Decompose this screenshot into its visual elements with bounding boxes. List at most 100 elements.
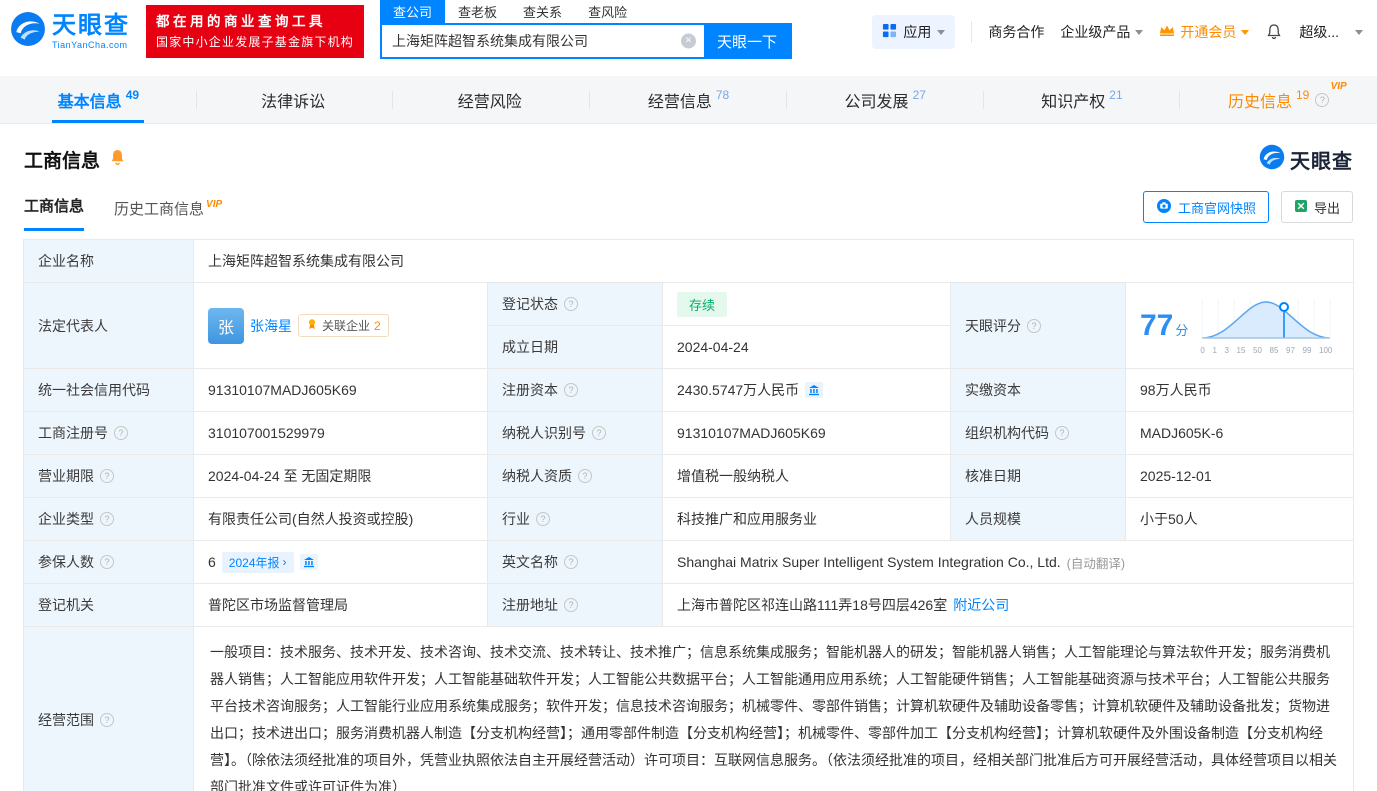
help-icon[interactable]: [100, 555, 114, 569]
related-tag-count: 2: [374, 318, 381, 333]
help-icon[interactable]: [1027, 318, 1041, 333]
help-icon[interactable]: [1055, 426, 1069, 440]
tab-operating-risk[interactable]: 经营风险: [393, 76, 590, 123]
search-tab-company[interactable]: 查公司: [380, 0, 446, 23]
search-button[interactable]: 天眼一下: [704, 25, 791, 57]
label-text: 天眼评分: [965, 317, 1021, 334]
taxpayer-quality-value: 增值税一般纳税人: [663, 455, 951, 498]
nav-business-cooperation[interactable]: 商务合作: [988, 22, 1044, 42]
export-button[interactable]: 导出: [1280, 191, 1353, 223]
export-icon: [1294, 199, 1308, 216]
clear-icon[interactable]: [681, 33, 697, 49]
nav-enterprise-products[interactable]: 企业级产品: [1060, 22, 1144, 42]
legal-rep-label: 法定代表人: [24, 283, 194, 369]
tab-operating-info[interactable]: 经营信息 78: [590, 76, 787, 123]
apps-grid-icon: [882, 23, 897, 41]
score-unit: 分: [1175, 322, 1189, 338]
taxpayer-id-value: 91310107MADJ605K69: [663, 412, 951, 455]
search-tabs: 查公司 查老板 查关系 查风险: [380, 0, 792, 23]
subscribe-bell-icon[interactable]: [108, 148, 127, 172]
help-icon[interactable]: [564, 383, 578, 397]
related-tag-label: 关联企业: [322, 319, 371, 333]
established-label: 成立日期: [488, 326, 663, 369]
label-text: 行业: [502, 511, 530, 527]
company-name-value: 上海矩阵超智系统集成有限公司: [194, 240, 1353, 283]
snapshot-icon: [1156, 198, 1172, 217]
tab-intellectual-property[interactable]: 知识产权 21: [984, 76, 1181, 123]
reg-capital-value: 2430.5747万人民币: [663, 369, 951, 412]
nav-open-vip[interactable]: 开通会员: [1159, 22, 1250, 42]
tab-company-development[interactable]: 公司发展 27: [787, 76, 984, 123]
label-text: 组织机构代码: [965, 425, 1049, 441]
subtab-business-info[interactable]: 工商信息: [24, 195, 85, 231]
search-tab-boss[interactable]: 查老板: [445, 0, 510, 23]
help-icon[interactable]: [100, 512, 114, 526]
tab-label: 知识产权: [1041, 93, 1106, 111]
approval-date-label: 核准日期: [951, 455, 1126, 498]
brand-text: 天眼查: [1290, 151, 1353, 173]
help-icon[interactable]: [1315, 92, 1330, 107]
legal-rep-avatar[interactable]: 张: [208, 307, 244, 344]
label-text: 工商注册号: [38, 425, 108, 441]
label-text: 企业类型: [38, 511, 94, 527]
help-icon[interactable]: [536, 512, 550, 526]
nearby-companies-link[interactable]: 附近公司: [953, 595, 1009, 615]
tab-history-info[interactable]: VIP 历史信息 19: [1180, 76, 1377, 123]
help-icon[interactable]: [564, 297, 578, 311]
status-badge: 存续: [677, 291, 728, 317]
search-input[interactable]: [382, 25, 705, 57]
label-text: 注册地址: [502, 597, 558, 613]
logo-subtitle: TianYanCha.com: [52, 39, 128, 50]
tab-count: 19: [1296, 87, 1310, 102]
tab-label: 法律诉讼: [261, 93, 326, 111]
logo-title: 天眼查: [52, 11, 130, 39]
search-tab-risk[interactable]: 查风险: [575, 0, 640, 23]
help-icon[interactable]: [100, 713, 114, 727]
chevron-down-icon: [937, 30, 946, 35]
industry-value: 科技推广和应用服务业: [663, 498, 951, 541]
label-text: 纳税人识别号: [502, 425, 586, 441]
legal-rep-name-link[interactable]: 张海星: [250, 316, 292, 336]
help-icon[interactable]: [592, 426, 606, 440]
annual-report-tag[interactable]: 2024年报: [221, 551, 294, 573]
tianyancha-logo[interactable]: 天眼查 TianYanCha.com: [10, 11, 130, 52]
subtab-history-business-info[interactable]: 历史工商信息 VIP: [114, 198, 222, 231]
search-tab-relation[interactable]: 查关系: [510, 0, 575, 23]
help-icon[interactable]: [564, 598, 578, 612]
english-name-value: Shanghai Matrix Super Intelligent System…: [663, 541, 1353, 584]
taxpayer-quality-label: 纳税人资质: [488, 455, 663, 498]
reg-authority-value: 普陀区市场监督管理局: [194, 584, 488, 627]
nav-user-menu[interactable]: 超级...: [1299, 22, 1339, 42]
notification-bell-icon[interactable]: [1265, 23, 1283, 41]
help-icon[interactable]: [564, 555, 578, 569]
label-text: 英文名称: [502, 554, 558, 570]
tab-label: 公司发展: [844, 93, 909, 111]
capital-change-icon[interactable]: [805, 382, 824, 398]
help-icon[interactable]: [100, 469, 114, 483]
business-term-label: 营业期限: [24, 455, 194, 498]
value-text: 上海市普陀区祁连山路111弄18号四层426室: [677, 597, 948, 613]
apps-menu[interactable]: 应用: [872, 14, 956, 49]
tab-legal-litigation[interactable]: 法律诉讼: [197, 76, 394, 123]
label-text: 营业期限: [38, 468, 94, 484]
tab-basic-info[interactable]: 基本信息 49: [0, 76, 197, 123]
apps-label: 应用: [903, 23, 932, 40]
official-snapshot-button[interactable]: 工商官网快照: [1142, 191, 1269, 223]
chevron-down-icon[interactable]: [1355, 30, 1363, 35]
label-text: 参保人数: [38, 554, 94, 570]
label-text: 注册资本: [502, 382, 558, 398]
company-section-tabs: 基本信息 49 法律诉讼 经营风险 经营信息 78 公司发展 27 知识产权 21 VI…: [0, 76, 1377, 124]
business-info-table: 企业名称 上海矩阵超智系统集成有限公司 法定代表人 张 张海星 关联企业 2 登…: [23, 239, 1354, 791]
help-icon[interactable]: [114, 426, 128, 440]
tab-count: 21: [1109, 87, 1123, 102]
auto-translate-note: (自动翻译): [1066, 556, 1125, 571]
value-text: 2430.5747万人民币: [677, 382, 800, 398]
related-companies-tag[interactable]: 关联企业 2: [298, 314, 389, 337]
reg-status-label: 登记状态: [488, 283, 663, 326]
medal-icon: [306, 318, 318, 333]
divider: [971, 20, 973, 43]
help-icon[interactable]: [578, 469, 592, 483]
vip-badge: VIP: [206, 199, 223, 210]
insured-record-icon[interactable]: [299, 554, 318, 570]
subtab-label: 历史工商信息: [114, 201, 205, 218]
